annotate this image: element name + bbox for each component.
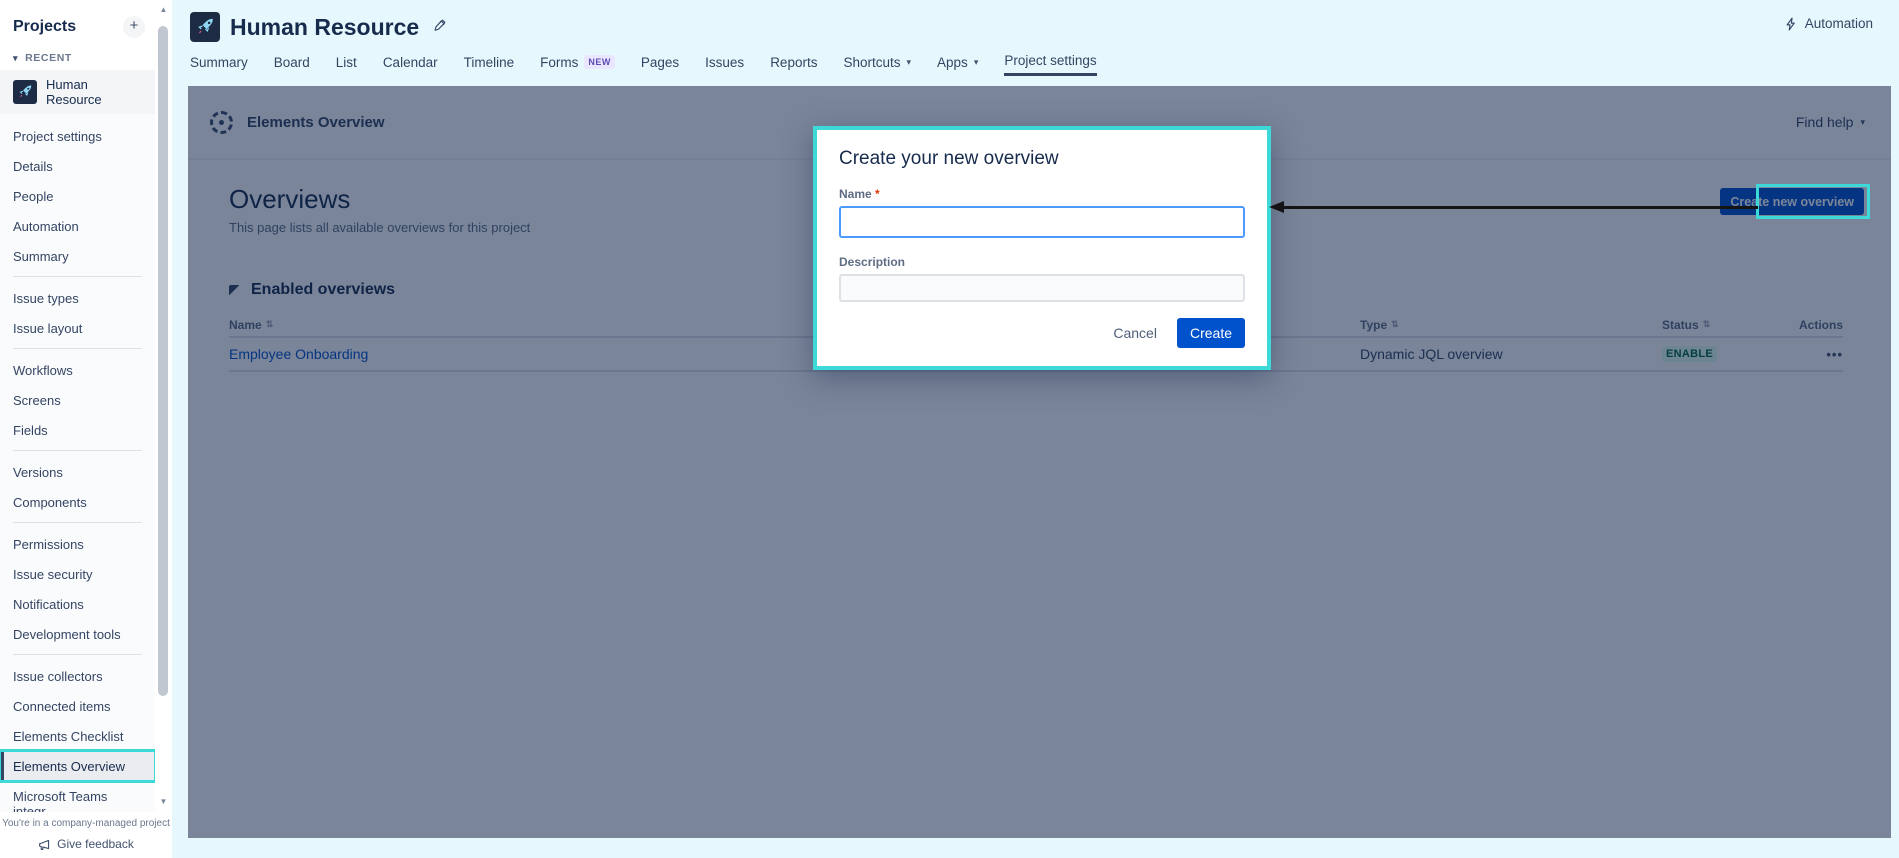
sidebar-item-screens[interactable]: Screens (0, 385, 155, 415)
nav-divider (13, 276, 142, 277)
megaphone-icon (39, 839, 50, 850)
nav-divider (13, 450, 142, 451)
sidebar-item-details[interactable]: Details (0, 151, 155, 181)
tab-calendar[interactable]: Calendar (383, 55, 438, 75)
give-feedback-label: Give feedback (57, 837, 134, 851)
sidebar-item-versions[interactable]: Versions (0, 457, 155, 487)
tab-pages[interactable]: Pages (641, 55, 679, 75)
nav-divider (13, 522, 142, 523)
annotation-arrow-head-icon (1269, 201, 1284, 213)
tab-reports[interactable]: Reports (770, 55, 817, 75)
tab-board[interactable]: Board (274, 55, 310, 75)
create-overview-modal: Create your new overview Name * Descript… (817, 130, 1267, 366)
sidebar-item-fields[interactable]: Fields (0, 415, 155, 445)
annotation-arrow-line (1284, 206, 1758, 209)
page-title: Human Resource (230, 13, 420, 40)
scrollbar-thumb[interactable] (158, 26, 168, 696)
chevron-down-icon: ▾ (973, 56, 979, 67)
new-badge: NEW (584, 55, 615, 69)
scroll-down-icon[interactable]: ▼ (155, 797, 172, 806)
sidebar-item-components[interactable]: Components (0, 487, 155, 517)
tab-list[interactable]: List (336, 55, 357, 75)
description-input[interactable] (839, 274, 1245, 302)
project-avatar-rocket-icon (13, 80, 37, 104)
sidebar-project-human-resource[interactable]: Human Resource (0, 70, 155, 114)
scroll-up-icon[interactable]: ▲ (155, 5, 172, 14)
rename-pen-icon[interactable] (433, 18, 447, 37)
tab-shortcuts[interactable]: Shortcuts ▾ (843, 55, 911, 75)
annotation-box-modal: Create your new overview Name * Descript… (813, 126, 1271, 370)
project-header: Human Resource Summary Board List Calend… (172, 0, 1899, 86)
sidebar-item-automation[interactable]: Automation (0, 211, 155, 241)
sidebar-item-project-settings[interactable]: Project settings (0, 121, 155, 151)
projects-sidebar: Projects + ▾ RECENT Human Resource Proje… (0, 0, 157, 841)
sidebar-item-elements-overview[interactable]: Elements Overview (0, 749, 157, 783)
automation-label: Automation (1804, 16, 1873, 31)
cancel-button[interactable]: Cancel (1113, 325, 1157, 341)
tab-apps[interactable]: Apps ▾ (937, 55, 978, 75)
required-asterisk: * (875, 187, 880, 201)
sidebar-item-issue-security[interactable]: Issue security (0, 559, 155, 589)
projects-header: Projects + (0, 0, 155, 46)
tab-forms[interactable]: Forms NEW (540, 55, 615, 75)
sidebar-item-workflows[interactable]: Workflows (0, 355, 155, 385)
tab-project-settings[interactable]: Project settings (1004, 53, 1097, 76)
tab-timeline[interactable]: Timeline (464, 55, 515, 75)
sidebar-item-elements-checklist[interactable]: Elements Checklist (0, 721, 155, 751)
project-nav-tabs: Summary Board List Calendar Timeline For… (190, 53, 1899, 76)
sidebar-item-summary[interactable]: Summary (0, 241, 155, 271)
tab-summary[interactable]: Summary (190, 55, 248, 75)
sidebar-item-issue-layout[interactable]: Issue layout (0, 313, 155, 343)
chevron-down-icon: ▾ (13, 52, 19, 63)
nav-divider (13, 348, 142, 349)
sidebar-item-issue-collectors[interactable]: Issue collectors (0, 661, 155, 691)
create-button[interactable]: Create (1176, 318, 1245, 348)
automation-button[interactable]: Automation (1784, 16, 1873, 31)
recent-label: RECENT (25, 52, 72, 64)
project-title-row: Human Resource (190, 12, 1899, 42)
project-avatar-rocket-icon (190, 12, 220, 42)
description-field-label: Description (839, 255, 906, 269)
add-project-button[interactable]: + (123, 16, 145, 38)
chevron-down-icon: ▾ (906, 56, 912, 67)
sidebar-item-issue-types[interactable]: Issue types (0, 283, 155, 313)
sidebar-item-notifications[interactable]: Notifications (0, 589, 155, 619)
modal-title: Create your new overview (839, 148, 1059, 169)
project-name-label: Human Resource (46, 77, 102, 107)
sidebar-scrollbar[interactable]: ▲ ▼ (155, 0, 172, 812)
sidebar-item-connected-items[interactable]: Connected items (0, 691, 155, 721)
name-field-label: Name * (839, 187, 880, 201)
sidebar-item-microsoft-teams[interactable]: Microsoft Teams integr... (0, 781, 155, 819)
sidebar-item-permissions[interactable]: Permissions (0, 529, 155, 559)
project-settings-nav: Project settings Details People Automati… (0, 114, 157, 841)
projects-title: Projects (13, 18, 77, 35)
sidebar-item-people[interactable]: People (0, 181, 155, 211)
recent-section-toggle[interactable]: ▾ RECENT (0, 46, 155, 70)
name-input[interactable] (839, 206, 1245, 238)
give-feedback-button[interactable]: Give feedback (38, 837, 134, 851)
nav-divider (13, 654, 142, 655)
sidebar-item-development-tools[interactable]: Development tools (0, 619, 155, 649)
lightning-bolt-icon (1786, 16, 1795, 31)
tab-issues[interactable]: Issues (705, 55, 744, 75)
sidebar-footer: You're in a company-managed project Give… (0, 812, 172, 858)
modal-footer: Cancel Create (839, 318, 1245, 348)
managed-project-note: You're in a company-managed project (2, 818, 170, 829)
